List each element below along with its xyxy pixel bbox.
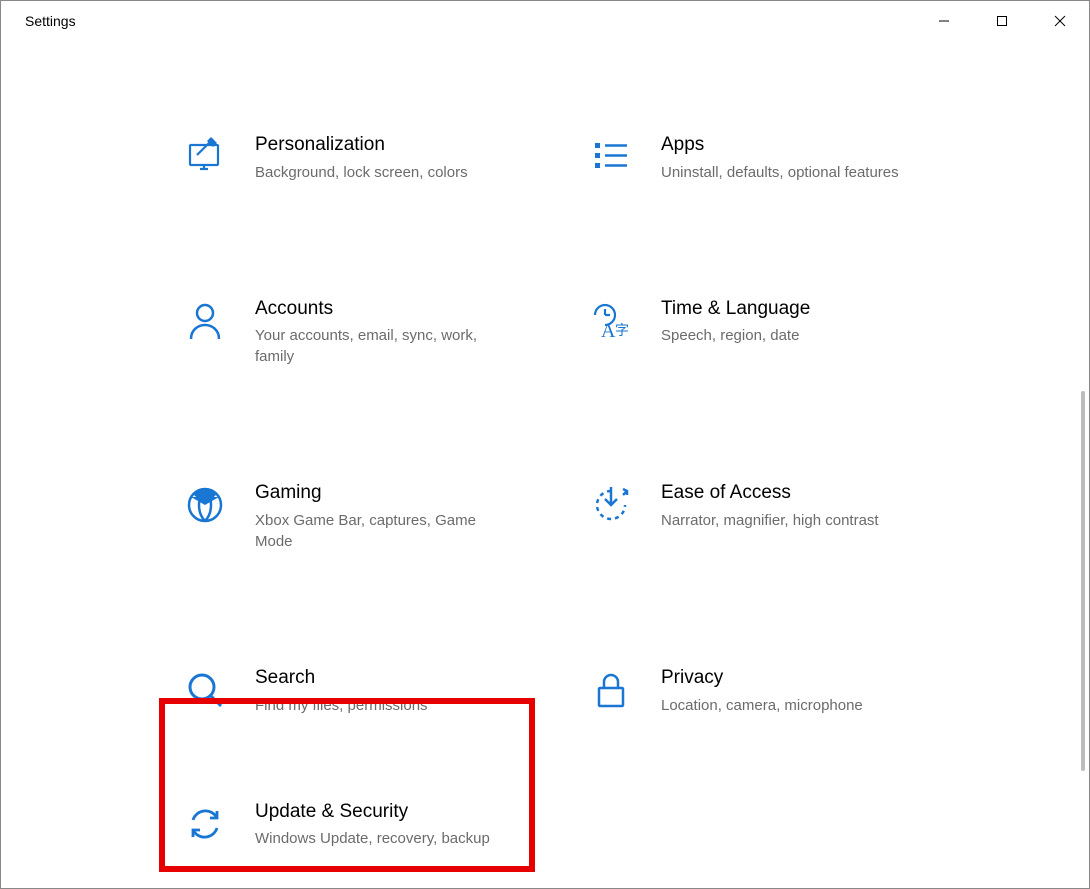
tile-sub: Xbox Game Bar, captures, Game Mode bbox=[255, 510, 515, 552]
tile-title: Privacy bbox=[661, 666, 945, 691]
ease-of-access-icon bbox=[589, 481, 633, 525]
window-title: Settings bbox=[25, 13, 76, 29]
maximize-icon bbox=[996, 15, 1008, 27]
tile-title: Ease of Access bbox=[661, 481, 945, 506]
tile-title: Search bbox=[255, 666, 539, 691]
tile-sub: Background, lock screen, colors bbox=[255, 162, 515, 183]
accounts-icon bbox=[183, 297, 227, 341]
tile-sub: Location, camera, microphone bbox=[661, 695, 921, 716]
tile-title: Update & Security bbox=[255, 800, 539, 825]
gaming-icon bbox=[183, 481, 227, 525]
tile-title: Personalization bbox=[255, 133, 539, 158]
tile-title: Gaming bbox=[255, 481, 539, 506]
privacy-icon bbox=[589, 666, 633, 710]
tile-ease-of-access[interactable]: Ease of Access Narrator, magnifier, high… bbox=[587, 479, 947, 533]
tile-gaming[interactable]: Gaming Xbox Game Bar, captures, Game Mod… bbox=[181, 479, 541, 554]
tile-sub: Speech, region, date bbox=[661, 325, 921, 346]
svg-text:字: 字 bbox=[615, 323, 629, 339]
window-controls bbox=[915, 1, 1089, 41]
tile-title: Time & Language bbox=[661, 297, 945, 322]
tile-accounts[interactable]: Accounts Your accounts, email, sync, wor… bbox=[181, 295, 541, 370]
tile-sub: Find my files, permissions bbox=[255, 695, 515, 716]
tile-personalization[interactable]: Personalization Background, lock screen,… bbox=[181, 131, 541, 185]
search-icon bbox=[183, 666, 227, 710]
tile-apps[interactable]: Apps Uninstall, defaults, optional featu… bbox=[587, 131, 947, 185]
tile-sub: Narrator, magnifier, high contrast bbox=[661, 510, 921, 531]
tile-search[interactable]: Search Find my files, permissions bbox=[181, 664, 541, 718]
tile-sub: Uninstall, defaults, optional features bbox=[661, 162, 921, 183]
svg-text:A: A bbox=[601, 320, 616, 341]
tile-title: Apps bbox=[661, 133, 945, 158]
titlebar: Settings bbox=[1, 1, 1089, 41]
close-icon bbox=[1054, 15, 1066, 27]
tile-update-security[interactable]: Update & Security Windows Update, recove… bbox=[181, 798, 541, 852]
close-button[interactable] bbox=[1031, 1, 1089, 41]
tile-time-language[interactable]: A 字 Time & Language Speech, region, date bbox=[587, 295, 947, 349]
scrollbar-thumb[interactable] bbox=[1081, 391, 1085, 771]
apps-icon bbox=[589, 133, 633, 177]
tile-sub: Windows Update, recovery, backup bbox=[255, 828, 515, 849]
minimize-icon bbox=[938, 15, 950, 27]
personalization-icon bbox=[183, 133, 227, 177]
minimize-button[interactable] bbox=[915, 1, 973, 41]
update-security-icon bbox=[183, 800, 227, 844]
tile-privacy[interactable]: Privacy Location, camera, microphone bbox=[587, 664, 947, 718]
tile-sub: Your accounts, email, sync, work, family bbox=[255, 325, 515, 367]
settings-grid: Personalization Background, lock screen,… bbox=[1, 41, 1089, 851]
maximize-button[interactable] bbox=[973, 1, 1031, 41]
tile-title: Accounts bbox=[255, 297, 539, 322]
time-language-icon: A 字 bbox=[589, 297, 633, 341]
scrollbar[interactable] bbox=[1075, 41, 1089, 888]
